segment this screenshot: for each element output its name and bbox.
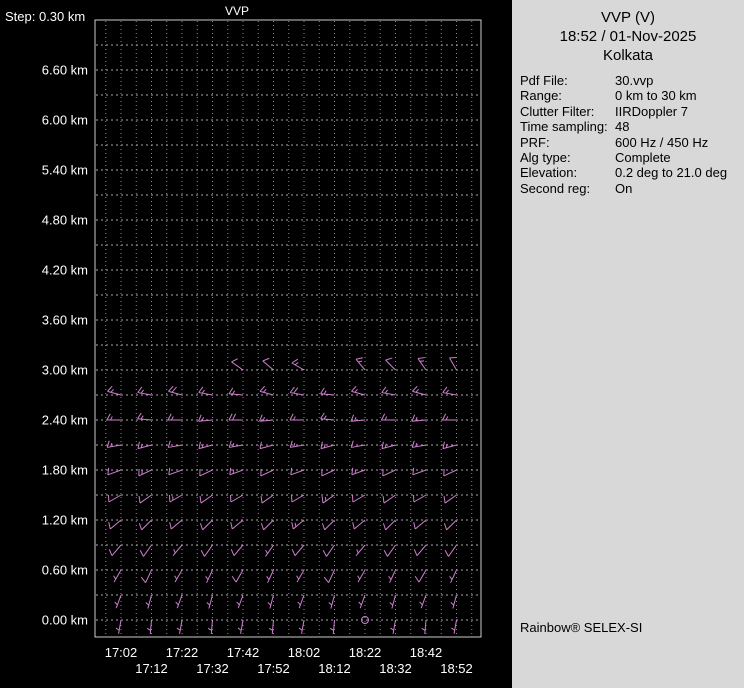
field-value: 600 Hz / 450 Hz xyxy=(615,134,709,150)
field-label: Range: xyxy=(520,88,562,104)
field-row: Elevation: 0.2 deg to 21.0 deg xyxy=(520,165,744,180)
wind-barb-chart: Step: 0.30 km VVP 6.60 km 6.00 km 5.40 km 4… xyxy=(5,4,482,676)
field-value: 0 km to 30 km xyxy=(615,88,697,104)
info-panel: VVP (V) 18:52 / 01-Nov-2025 Kolkata Pdf … xyxy=(512,0,744,688)
field-label: Clutter Filter: xyxy=(520,103,595,119)
y-tick-label: 4.20 km xyxy=(42,263,88,278)
brand-footer: Rainbow® SELEX-SI xyxy=(520,620,643,635)
y-tick-label: 0.00 km xyxy=(42,613,88,628)
field-row: Clutter Filter: IIRDoppler 7 xyxy=(520,104,744,119)
field-label: Time sampling: xyxy=(520,119,608,135)
x-tick-label: 17:12 xyxy=(135,661,168,676)
x-tick-label: 17:02 xyxy=(105,645,138,660)
x-tick-label: 17:22 xyxy=(166,645,199,660)
y-tick-label: 3.00 km xyxy=(42,363,88,378)
x-tick-label: 18:42 xyxy=(410,645,443,660)
step-label: Step: 0.30 km xyxy=(5,9,85,24)
field-row: Pdf File: 30.vvp xyxy=(520,73,744,88)
field-label: PRF: xyxy=(520,134,550,150)
field-row: PRF: 600 Hz / 450 Hz xyxy=(520,135,744,150)
y-tick-label: 6.60 km xyxy=(42,63,88,78)
field-value: 30.vvp xyxy=(615,73,654,88)
y-tick-label: 1.80 km xyxy=(42,463,88,478)
panel-header: VVP (V) 18:52 / 01-Nov-2025 Kolkata xyxy=(512,0,744,65)
y-tick-label: 4.80 km xyxy=(42,213,88,228)
y-tick-label: 1.20 km xyxy=(42,513,88,528)
field-row: Second reg: On xyxy=(520,181,744,196)
panel-site: Kolkata xyxy=(602,47,654,64)
y-tick-label: 2.40 km xyxy=(42,413,88,428)
x-tick-label: 18:32 xyxy=(379,661,412,676)
field-row: Alg type: Complete xyxy=(520,150,744,165)
field-value: 0.2 deg to 21.0 deg xyxy=(615,165,728,181)
chart-panel: Step: 0.30 km VVP 6.60 km 6.00 km 5.40 km 4… xyxy=(0,0,512,688)
x-tick-label: 17:52 xyxy=(257,661,290,676)
y-tick-label: 5.40 km xyxy=(42,163,88,178)
y-tick-label: 3.60 km xyxy=(42,313,88,328)
y-tick-label: 0.60 km xyxy=(42,563,88,578)
field-value: IIRDoppler 7 xyxy=(615,103,688,119)
x-tick-label: 18:52 xyxy=(440,661,473,676)
panel-datetime: 18:52 / 01-Nov-2025 xyxy=(559,28,697,45)
y-tick-label: 6.00 km xyxy=(42,113,88,128)
field-label: Second reg: xyxy=(520,180,591,196)
field-label: Alg type: xyxy=(520,150,571,166)
field-value: 48 xyxy=(615,119,630,135)
x-tick-label: 17:32 xyxy=(196,661,229,676)
field-value: On xyxy=(615,180,633,196)
panel-title: VVP (V) xyxy=(601,9,655,26)
vvp-window: Step: 0.30 km VVP 6.60 km 6.00 km 5.40 km 4… xyxy=(0,0,744,688)
field-row: Range: 0 km to 30 km xyxy=(520,88,744,103)
field-value: Complete xyxy=(615,150,671,166)
field-row: Time sampling: 48 xyxy=(520,119,744,134)
x-tick-label: 18:12 xyxy=(318,661,351,676)
chart-title: VVP xyxy=(225,4,249,18)
field-label: Elevation: xyxy=(520,165,578,181)
x-tick-label: 17:42 xyxy=(227,645,260,660)
field-label: Pdf File: xyxy=(520,73,568,88)
metadata-fields: Pdf File: 30.vvp Range: 0 km to 30 km Clutte… xyxy=(520,73,744,196)
x-tick-label: 18:02 xyxy=(288,645,321,660)
x-tick-label: 18:22 xyxy=(349,645,382,660)
